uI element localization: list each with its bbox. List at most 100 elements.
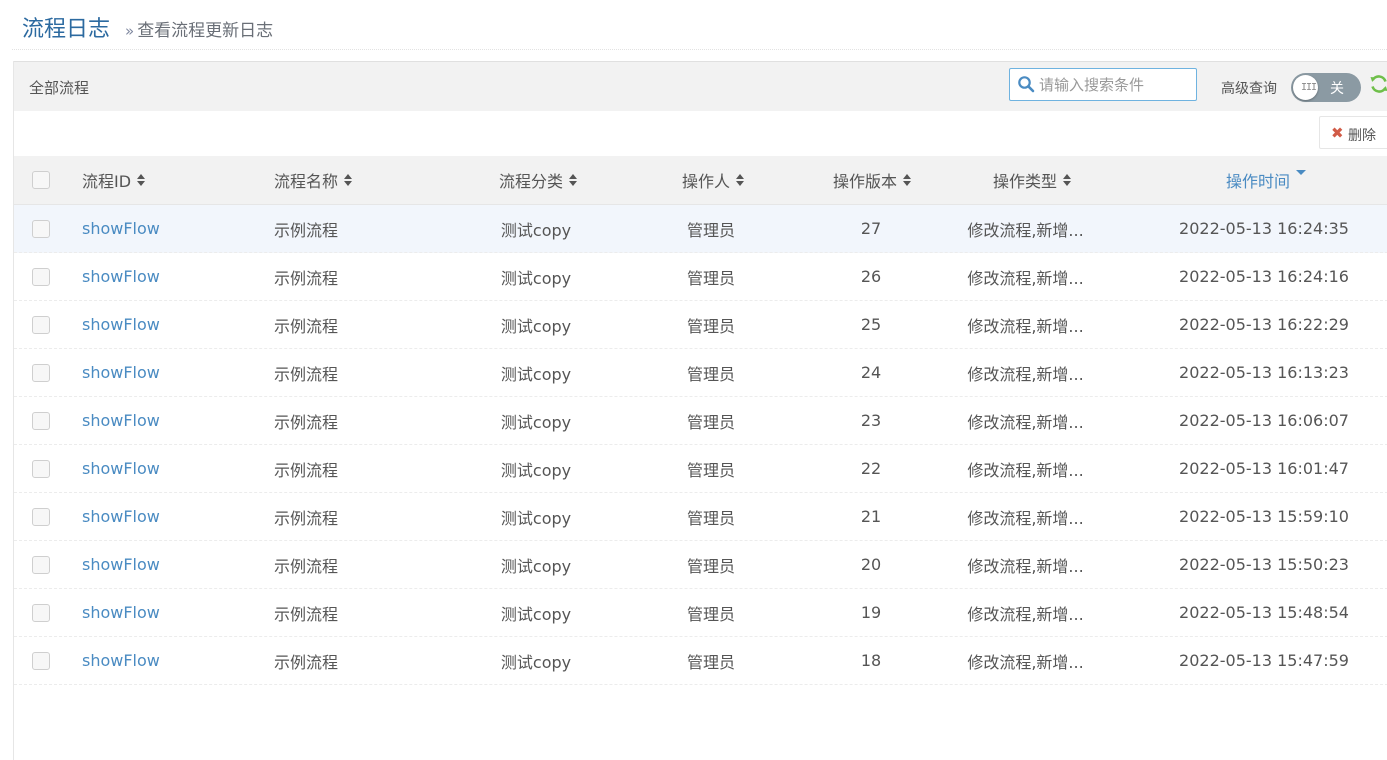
version-cell: 23 xyxy=(860,411,882,430)
flow-category-cell: 测试copy xyxy=(500,268,572,288)
flow-category-cell: 测试copy xyxy=(500,508,572,528)
table-row[interactable]: showFlow 示例流程 测试copy 管理员 21 修改流程,新增... 2… xyxy=(14,493,1387,541)
table-row[interactable]: showFlow 示例流程 测试copy 管理员 22 修改流程,新增... 2… xyxy=(14,445,1387,493)
col-header-flow-id[interactable]: 流程ID xyxy=(82,156,146,204)
flow-category-cell: 测试copy xyxy=(500,652,572,672)
row-checkbox[interactable] xyxy=(32,411,50,430)
row-checkbox[interactable] xyxy=(32,219,50,238)
flow-id-link[interactable]: showFlow xyxy=(82,589,160,636)
delete-button[interactable]: ✖ 删除 xyxy=(1319,116,1387,149)
op-time-cell: 2022-05-13 16:24:16 xyxy=(1179,267,1349,286)
operator-cell: 管理员 xyxy=(686,604,735,624)
row-select-cell xyxy=(32,445,50,492)
op-type-cell: 修改流程,新增... xyxy=(967,316,1084,336)
table-row[interactable]: showFlow 示例流程 测试copy 管理员 19 修改流程,新增... 2… xyxy=(14,589,1387,637)
row-checkbox[interactable] xyxy=(32,555,50,574)
col-header-op-time[interactable]: 操作时间 xyxy=(1226,156,1307,204)
row-checkbox[interactable] xyxy=(32,651,50,670)
col-header-label: 流程名称 xyxy=(274,172,339,191)
toggle-knob[interactable]: III xyxy=(1293,75,1318,100)
col-header-operator[interactable]: 操作人 xyxy=(682,156,745,204)
version-cell: 22 xyxy=(860,459,882,478)
advanced-search-label: 高级查询 xyxy=(1221,81,1277,97)
sort-icon[interactable] xyxy=(903,173,912,187)
version-cell: 26 xyxy=(860,267,882,286)
sort-icon[interactable] xyxy=(137,173,146,187)
flow-id-link[interactable]: showFlow xyxy=(82,445,160,492)
op-time-cell: 2022-05-13 15:50:23 xyxy=(1179,555,1349,574)
table-row[interactable]: showFlow 示例流程 测试copy 管理员 26 修改流程,新增... 2… xyxy=(14,253,1387,301)
row-checkbox[interactable] xyxy=(32,603,50,622)
page-title: 流程日志 xyxy=(22,17,111,42)
col-header-flow-name[interactable]: 流程名称 xyxy=(274,156,353,204)
flow-category-cell: 测试copy xyxy=(500,556,572,576)
table-row[interactable]: showFlow 示例流程 测试copy 管理员 20 修改流程,新增... 2… xyxy=(14,541,1387,589)
col-header-label: 操作版本 xyxy=(833,172,898,191)
row-select-cell xyxy=(32,205,50,252)
op-time-cell: 2022-05-13 16:06:07 xyxy=(1179,411,1349,430)
op-type-cell: 修改流程,新增... xyxy=(967,364,1084,384)
flow-name-cell: 示例流程 xyxy=(274,508,339,528)
operator-cell: 管理员 xyxy=(686,412,735,432)
row-select-cell xyxy=(32,349,50,396)
refresh-icon[interactable] xyxy=(1369,74,1387,94)
table-row[interactable]: showFlow 示例流程 测试copy 管理员 24 修改流程,新增... 2… xyxy=(14,349,1387,397)
flow-log-table: 流程ID 流程名称 流程分类 操作人 操作版本 操作类型 操作时间 showFl… xyxy=(14,156,1387,685)
flow-category-cell: 测试copy xyxy=(500,604,572,624)
flow-id-link[interactable]: showFlow xyxy=(82,637,160,684)
op-time-cell: 2022-05-13 15:48:54 xyxy=(1179,603,1349,622)
sort-icon[interactable] xyxy=(344,173,353,187)
op-type-cell: 修改流程,新增... xyxy=(967,508,1084,528)
advanced-search-toggle[interactable]: III 关 xyxy=(1291,73,1361,102)
select-all-checkbox[interactable] xyxy=(32,171,50,189)
flow-name-cell: 示例流程 xyxy=(274,412,339,432)
op-type-cell: 修改流程,新增... xyxy=(967,268,1084,288)
row-checkbox[interactable] xyxy=(32,267,50,286)
col-header-op-type[interactable]: 操作类型 xyxy=(993,156,1072,204)
flow-name-cell: 示例流程 xyxy=(274,604,339,624)
row-checkbox[interactable] xyxy=(32,459,50,478)
row-checkbox[interactable] xyxy=(32,507,50,526)
op-type-cell: 修改流程,新增... xyxy=(967,412,1084,432)
table-row[interactable]: showFlow 示例流程 测试copy 管理员 18 修改流程,新增... 2… xyxy=(14,637,1387,685)
table-row[interactable]: showFlow 示例流程 测试copy 管理员 27 修改流程,新增... 2… xyxy=(14,205,1387,253)
flow-name-cell: 示例流程 xyxy=(274,364,339,384)
flow-category-cell: 测试copy xyxy=(500,364,572,384)
flow-id-link[interactable]: showFlow xyxy=(82,349,160,396)
flow-id-link[interactable]: showFlow xyxy=(82,397,160,444)
search-icon[interactable] xyxy=(1017,75,1035,93)
sort-desc-icon[interactable] xyxy=(1296,170,1307,180)
search-box[interactable] xyxy=(1009,68,1197,101)
table-row[interactable]: showFlow 示例流程 测试copy 管理员 23 修改流程,新增... 2… xyxy=(14,397,1387,445)
delete-x-icon: ✖ xyxy=(1331,124,1344,142)
page-subtitle: » 查看流程更新日志 xyxy=(125,16,273,41)
delete-button-label: 删除 xyxy=(1348,128,1376,144)
page: 流程日志 »查看流程更新日志 全部流程 高级查询 III 关 xyxy=(0,0,1387,760)
flow-log-panel: 全部流程 高级查询 III 关 xyxy=(13,61,1387,760)
op-type-cell: 修改流程,新增... xyxy=(967,604,1084,624)
row-select-cell xyxy=(32,493,50,540)
operator-cell: 管理员 xyxy=(686,556,735,576)
col-header-version[interactable]: 操作版本 xyxy=(833,156,912,204)
version-cell: 24 xyxy=(860,363,882,382)
row-checkbox[interactable] xyxy=(32,363,50,382)
panel-header: 全部流程 高级查询 III 关 xyxy=(14,61,1387,111)
row-checkbox[interactable] xyxy=(32,315,50,334)
version-cell: 18 xyxy=(860,651,882,670)
flow-id-link[interactable]: showFlow xyxy=(82,541,160,588)
col-header-label: 操作时间 xyxy=(1226,172,1291,191)
sort-icon[interactable] xyxy=(736,173,745,187)
sort-icon[interactable] xyxy=(1063,173,1072,187)
sort-icon[interactable] xyxy=(569,173,578,187)
flow-id-link[interactable]: showFlow xyxy=(82,205,160,252)
op-time-cell: 2022-05-13 16:01:47 xyxy=(1179,459,1349,478)
col-header-flow-category[interactable]: 流程分类 xyxy=(499,156,578,204)
flow-id-link[interactable]: showFlow xyxy=(82,253,160,300)
flow-id-link[interactable]: showFlow xyxy=(82,301,160,348)
version-cell: 21 xyxy=(860,507,882,526)
table-row[interactable]: showFlow 示例流程 测试copy 管理员 25 修改流程,新增... 2… xyxy=(14,301,1387,349)
op-type-cell: 修改流程,新增... xyxy=(967,460,1084,480)
flow-id-link[interactable]: showFlow xyxy=(82,493,160,540)
op-time-cell: 2022-05-13 15:47:59 xyxy=(1179,651,1349,670)
search-input[interactable] xyxy=(1039,74,1189,96)
